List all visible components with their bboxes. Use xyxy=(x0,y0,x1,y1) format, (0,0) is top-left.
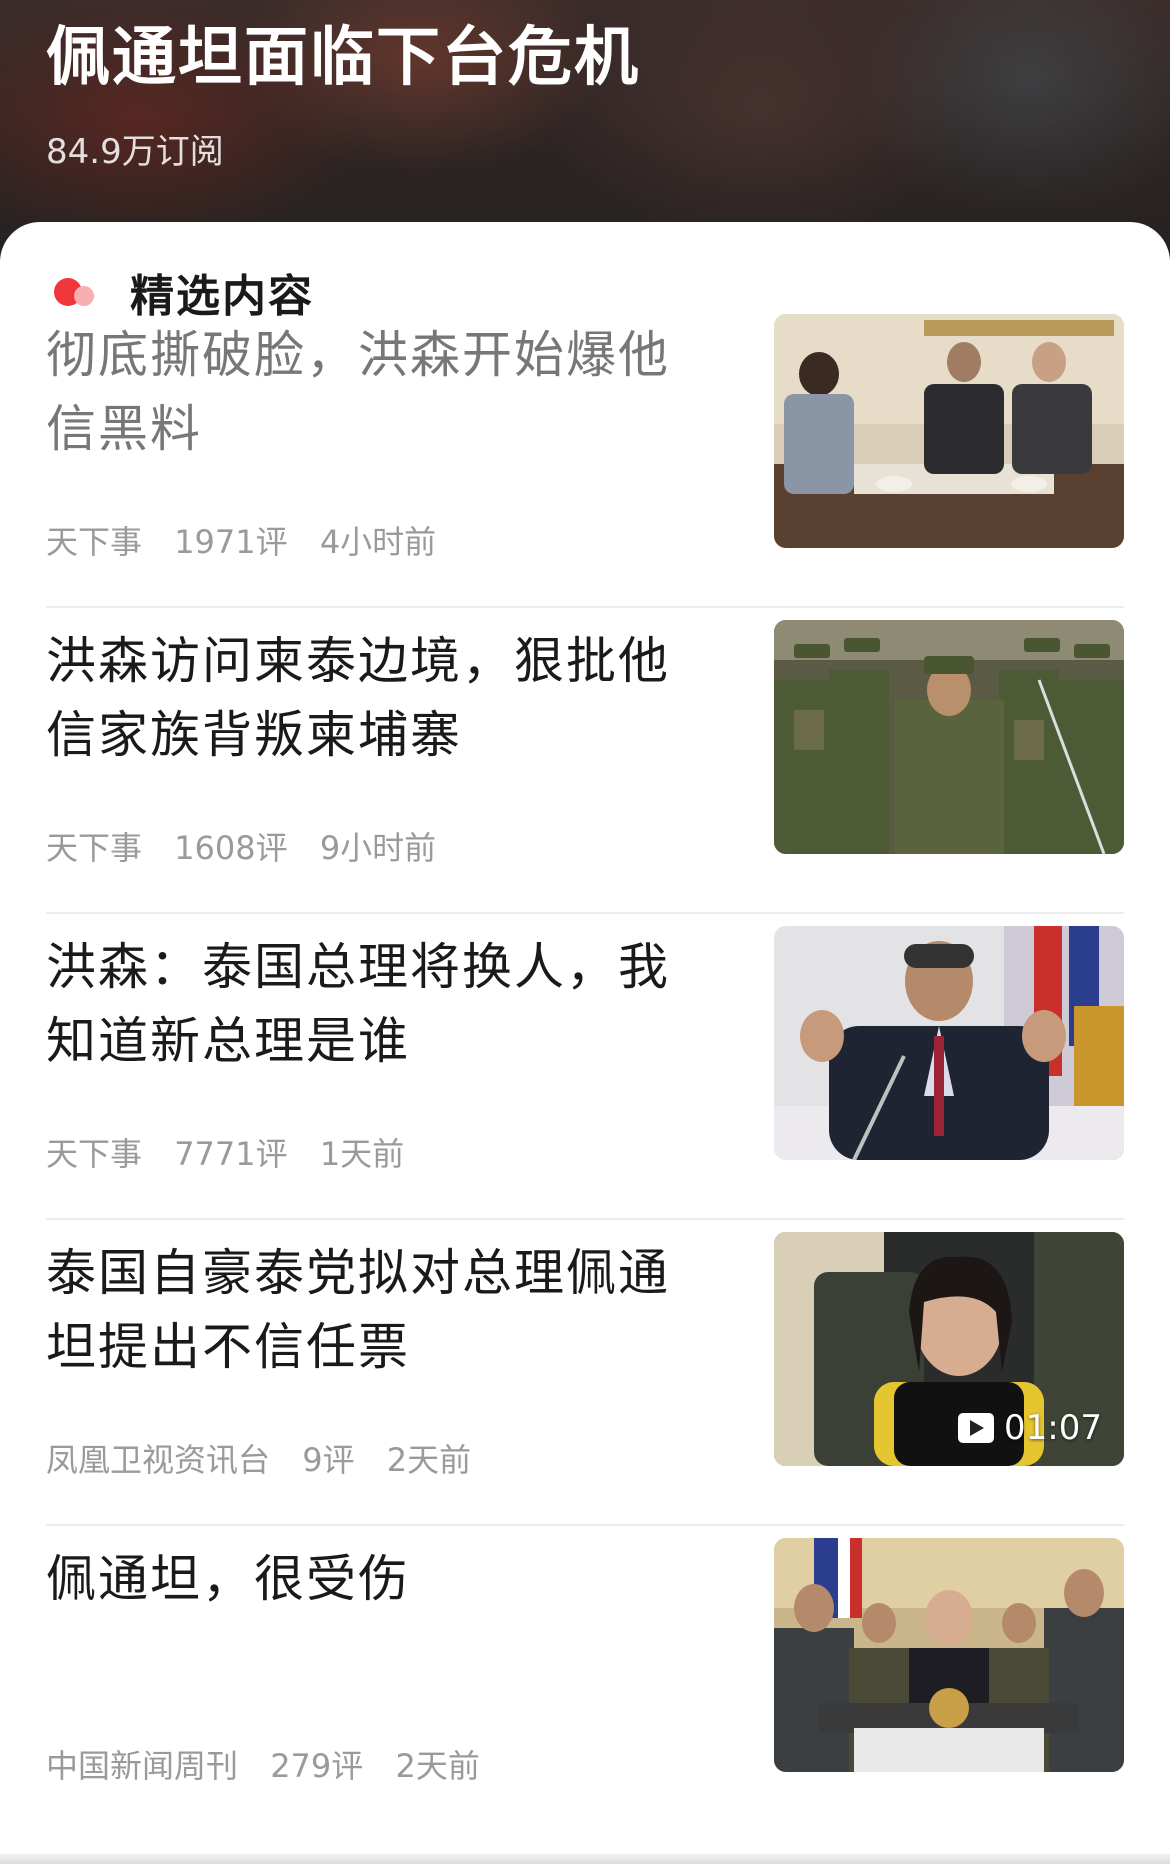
news-item[interactable]: 彻底撕破脸，洪森开始爆他信黑料 天下事 1971评 4小时前 xyxy=(46,302,1124,608)
news-comment-count: 1971评 xyxy=(174,523,288,561)
video-duration-badge: 01:07 xyxy=(958,1408,1102,1448)
news-comment-count: 9评 xyxy=(302,1441,355,1479)
news-title[interactable]: 泰国自豪泰党拟对总理佩通坦提出不信任票 xyxy=(46,1236,706,1384)
play-icon xyxy=(958,1413,995,1443)
news-thumbnail[interactable] xyxy=(774,926,1124,1160)
news-time: 2天前 xyxy=(395,1747,480,1785)
news-comment-count: 1608评 xyxy=(174,829,288,867)
video-thumbnail[interactable]: 01:07 xyxy=(774,1232,1124,1466)
news-title[interactable]: 洪森访问柬泰边境，狠批他信家族背叛柬埔寨 xyxy=(46,624,706,772)
news-meta: 天下事 1608评 9小时前 xyxy=(46,826,458,870)
news-item[interactable]: 洪森访问柬泰边境，狠批他信家族背叛柬埔寨 天下事 1608评 9小时前 xyxy=(46,608,1124,914)
news-thumbnail[interactable] xyxy=(774,620,1124,854)
news-comment-count: 7771评 xyxy=(174,1135,288,1173)
bottom-edge xyxy=(0,1854,1170,1864)
news-source: 天下事 xyxy=(46,523,143,561)
news-meta: 凤凰卫视资讯台 9评 2天前 xyxy=(46,1438,493,1482)
content-card: 精选内容 彻底撕破脸，洪森开始爆他信黑料 天下事 1971评 4小时前 洪森访问… xyxy=(0,222,1170,1864)
news-title[interactable]: 佩通坦，很受伤 xyxy=(46,1542,706,1616)
news-time: 9小时前 xyxy=(319,829,437,867)
news-source: 天下事 xyxy=(46,829,143,867)
news-thumbnail[interactable] xyxy=(774,314,1124,548)
news-source: 中国新闻周刊 xyxy=(46,1747,239,1785)
news-comment-count: 279评 xyxy=(270,1747,364,1785)
news-item[interactable]: 佩通坦，很受伤 中国新闻周刊 279评 2天前 xyxy=(46,1526,1124,1832)
news-meta: 天下事 7771评 1天前 xyxy=(46,1132,426,1176)
news-time: 4小时前 xyxy=(319,523,437,561)
news-source: 天下事 xyxy=(46,1135,143,1173)
video-duration: 01:07 xyxy=(1004,1408,1102,1448)
news-title[interactable]: 洪森：泰国总理将换人，我知道新总理是谁 xyxy=(46,930,706,1078)
topic-title: 佩通坦面临下台危机 xyxy=(46,21,640,95)
news-meta: 天下事 1971评 4小时前 xyxy=(46,520,458,564)
news-title[interactable]: 彻底撕破脸，洪森开始爆他信黑料 xyxy=(46,318,706,466)
news-item[interactable]: 泰国自豪泰党拟对总理佩通坦提出不信任票 凤凰卫视资讯台 9评 2天前 01:07 xyxy=(46,1220,1124,1526)
news-time: 1天前 xyxy=(319,1135,405,1173)
news-source: 凤凰卫视资讯台 xyxy=(46,1441,271,1479)
news-time: 2天前 xyxy=(386,1441,472,1479)
news-meta: 中国新闻周刊 279评 2天前 xyxy=(46,1744,502,1788)
topic-header: 佩通坦面临下台危机 84.9万订阅 xyxy=(0,0,1170,260)
news-thumbnail[interactable] xyxy=(774,1538,1124,1772)
topic-page: 佩通坦面临下台危机 84.9万订阅 精选内容 彻底撕破脸，洪森开始爆他信黑料 天… xyxy=(0,0,1170,1864)
news-item[interactable]: 洪森：泰国总理将换人，我知道新总理是谁 天下事 7771评 1天前 xyxy=(46,914,1124,1220)
subscriber-count: 84.9万订阅 xyxy=(46,132,224,172)
